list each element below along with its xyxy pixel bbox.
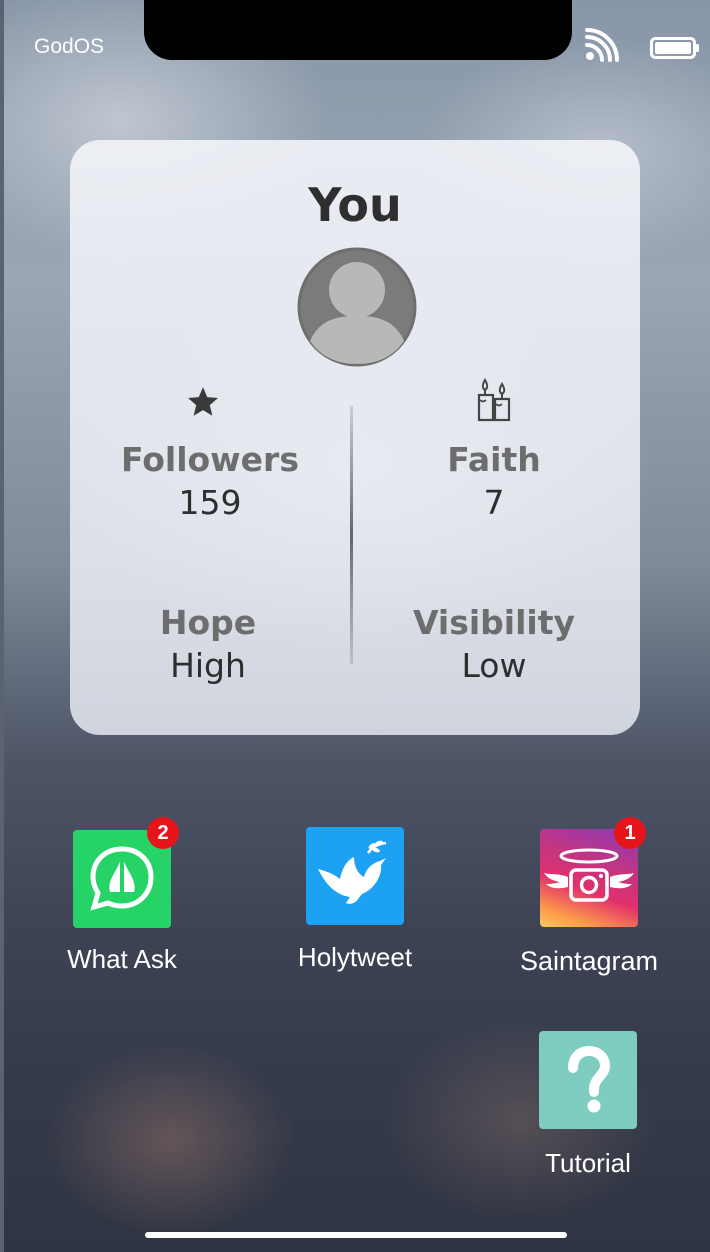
faith-value: 7 — [483, 483, 505, 522]
visibility-label: Visibility — [412, 603, 576, 642]
carrier-name: GodOS — [34, 35, 105, 58]
star-icon — [187, 387, 219, 416]
visibility-value: Low — [461, 646, 527, 685]
app-label[interactable]: Saintagram — [489, 946, 689, 977]
question-mark-icon[interactable] — [539, 1031, 637, 1129]
hope-value: High — [170, 646, 246, 685]
device-notch — [144, 0, 572, 60]
app-label[interactable]: Holytweet — [255, 942, 455, 973]
battery-icon — [650, 37, 699, 59]
user-avatar-icon[interactable] — [296, 246, 418, 368]
dove-icon[interactable] — [306, 827, 404, 925]
notification-badge: 2 — [147, 817, 179, 849]
followers-value: 159 — [178, 483, 242, 522]
app-label[interactable]: Tutorial — [488, 1148, 688, 1179]
candles-icon — [477, 378, 511, 422]
faith-label: Faith — [447, 440, 541, 479]
profile-title: You — [308, 178, 402, 232]
home-indicator[interactable] — [145, 1232, 567, 1238]
notification-badge: 1 — [614, 817, 646, 849]
wifi-icon — [585, 28, 619, 62]
app-label[interactable]: What Ask — [22, 944, 222, 975]
hope-label: Hope — [159, 603, 257, 642]
followers-label: Followers — [121, 440, 299, 479]
